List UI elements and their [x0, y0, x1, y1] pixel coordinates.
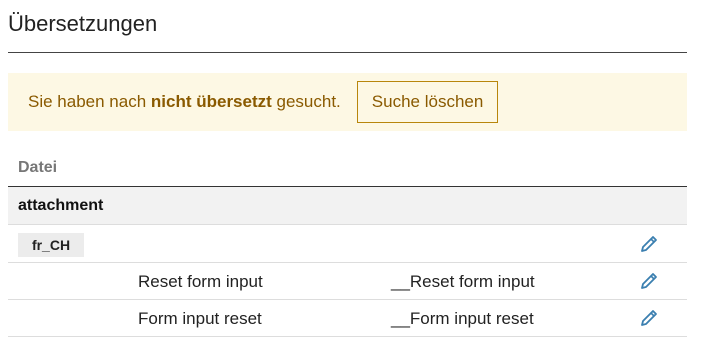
- pencil-icon[interactable]: [638, 233, 660, 255]
- table-row: Reset form input __Reset form input: [8, 263, 687, 300]
- page-title: Übersetzungen: [8, 11, 158, 36]
- clear-search-button[interactable]: Suche löschen: [356, 81, 499, 123]
- pencil-icon[interactable]: [638, 307, 660, 329]
- notice-term: nicht übersetzt: [150, 92, 272, 111]
- search-notice: Sie haben nach nicht übersetzt gesucht. …: [8, 73, 687, 131]
- notice-text: Sie haben nach nicht übersetzt gesucht.: [28, 92, 341, 112]
- table-row: Form input reset __Form input reset: [8, 300, 687, 337]
- locale-badge: fr_CH: [18, 233, 84, 257]
- notice-prefix: Sie haben nach: [28, 92, 151, 111]
- group-label: attachment: [18, 197, 104, 214]
- title-divider: [8, 52, 687, 53]
- source-text: Form input reset: [138, 309, 262, 328]
- group-row: attachment: [8, 187, 687, 225]
- notice-suffix: gesucht.: [271, 92, 341, 111]
- source-text: Reset form input: [138, 272, 263, 291]
- target-text: __Reset form input: [391, 272, 535, 291]
- locale-row: fr_CH: [8, 226, 687, 263]
- translations-page: Übersetzungen Sie haben nach nicht übers…: [0, 0, 707, 351]
- pencil-icon[interactable]: [638, 270, 660, 292]
- column-header-file: Datei: [18, 159, 58, 176]
- target-text: __Form input reset: [391, 309, 534, 328]
